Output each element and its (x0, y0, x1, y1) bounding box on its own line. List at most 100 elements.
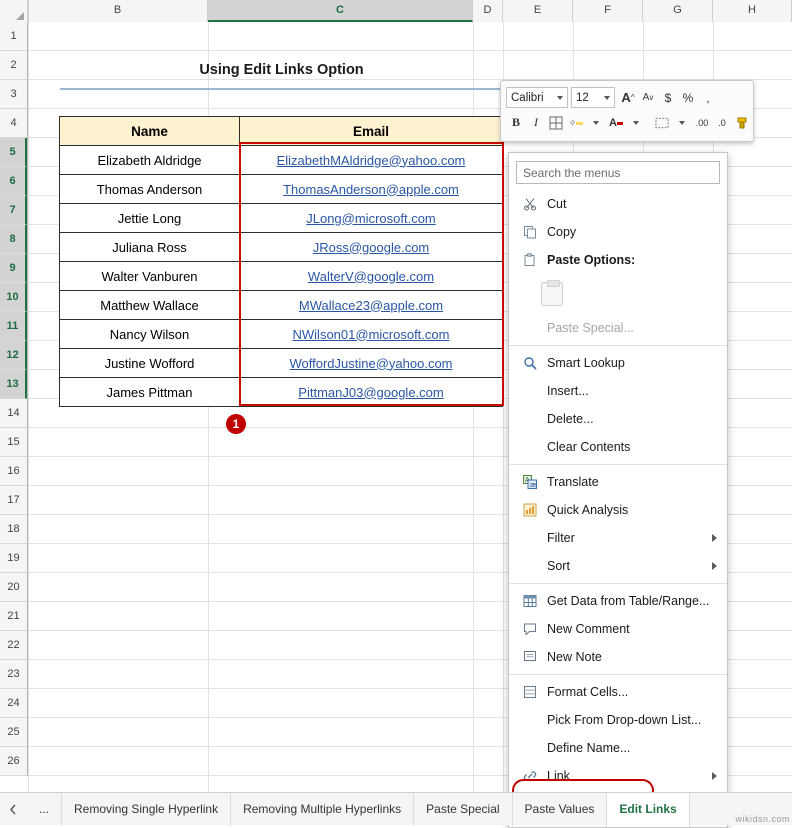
hyperlink[interactable]: WalterV@google.com (308, 269, 434, 284)
row-header-13[interactable]: 13 (0, 370, 27, 399)
cell-email[interactable]: WalterV@google.com (239, 261, 503, 291)
menu-item-new-note[interactable]: New Note (509, 643, 727, 671)
hyperlink[interactable]: JLong@microsoft.com (306, 211, 436, 226)
cell-email[interactable]: PittmanJ03@google.com (239, 377, 503, 407)
menu-item-clear-contents[interactable]: Clear Contents (509, 433, 727, 461)
row-header-19[interactable]: 19 (0, 544, 27, 573)
menu-item-delete[interactable]: Delete... (509, 405, 727, 433)
format-painter-icon[interactable] (732, 112, 752, 134)
row-header-2[interactable]: 2 (0, 51, 27, 80)
percent-format-button[interactable]: % (678, 87, 698, 109)
cell-name[interactable]: Elizabeth Aldridge (59, 145, 240, 175)
menu-item-sort[interactable]: Sort (509, 552, 727, 580)
row-header-25[interactable]: 25 (0, 718, 27, 747)
chevron-down-icon[interactable] (604, 96, 610, 100)
sheet-tab-removing-single-hyperlink[interactable]: Removing Single Hyperlink (62, 792, 232, 826)
currency-format-button[interactable]: $ (658, 87, 678, 109)
column-header-h[interactable]: H (713, 0, 792, 22)
borders-icon[interactable] (546, 112, 566, 134)
fill-color-dropdown[interactable] (586, 112, 606, 134)
hyperlink[interactable]: MWallace23@apple.com (299, 298, 443, 313)
row-header-26[interactable]: 26 (0, 747, 27, 776)
menu-item-filter[interactable]: Filter (509, 524, 727, 552)
menu-item-cut[interactable]: Cut (509, 190, 727, 218)
cell-email[interactable]: ElizabethMAldridge@yahoo.com (239, 145, 503, 175)
row-header-11[interactable]: 11 (0, 312, 27, 341)
font-size-box[interactable]: 12 (571, 87, 615, 108)
menu-item-link[interactable]: Link (509, 762, 727, 790)
hyperlink[interactable]: NWilson01@microsoft.com (293, 327, 450, 342)
sheet-tab-edit-links[interactable]: Edit Links (607, 792, 690, 826)
hyperlink[interactable]: WoffordJustine@yahoo.com (289, 356, 452, 371)
row-header-14[interactable]: 14 (0, 399, 27, 428)
menu-item-new-comment[interactable]: New Comment (509, 615, 727, 643)
column-header-b[interactable]: B (28, 0, 208, 22)
cell-email[interactable]: NWilson01@microsoft.com (239, 319, 503, 349)
row-header-3[interactable]: 3 (0, 80, 27, 109)
sheet-tab-paste-values[interactable]: Paste Values (513, 792, 608, 826)
row-header-4[interactable]: 4 (0, 109, 27, 138)
row-header-22[interactable]: 22 (0, 631, 27, 660)
sheet-tab-bar[interactable]: ... Removing Single Hyperlink Removing M… (0, 792, 792, 826)
row-header-9[interactable]: 9 (0, 254, 27, 283)
decrease-decimal-icon[interactable]: .0 (712, 112, 732, 134)
font-color-button[interactable]: A (606, 112, 626, 134)
hyperlink[interactable]: ElizabethMAldridge@yahoo.com (277, 153, 466, 168)
menu-item-smart-lookup[interactable]: Smart Lookup (509, 349, 727, 377)
menu-item-insert[interactable]: Insert... (509, 377, 727, 405)
row-header-23[interactable]: 23 (0, 660, 27, 689)
menu-item-copy[interactable]: Copy (509, 218, 727, 246)
cell-name[interactable]: Juliana Ross (59, 232, 240, 262)
hyperlink[interactable]: ThomasAnderson@apple.com (283, 182, 459, 197)
cell-name[interactable]: Thomas Anderson (59, 174, 240, 204)
hyperlink[interactable]: JRoss@google.com (313, 240, 430, 255)
column-header-f[interactable]: F (573, 0, 643, 22)
font-name-box[interactable]: Calibri (506, 87, 568, 108)
font-color-dropdown[interactable] (626, 112, 646, 134)
cell-name[interactable]: Matthew Wallace (59, 290, 240, 320)
menu-item-define-name[interactable]: Define Name... (509, 734, 727, 762)
sheet-tab-removing-multiple-hyperlinks[interactable]: Removing Multiple Hyperlinks (231, 792, 415, 826)
row-header-12[interactable]: 12 (0, 341, 27, 370)
increase-font-size-button[interactable]: A ^ (618, 87, 638, 109)
decrease-font-size-button[interactable]: Av (638, 87, 658, 109)
row-header-17[interactable]: 17 (0, 486, 27, 515)
cell-name[interactable]: Jettie Long (59, 203, 240, 233)
row-header-15[interactable]: 15 (0, 428, 27, 457)
merge-cells-icon[interactable] (652, 112, 672, 134)
comma-format-button[interactable]: ‚ (698, 87, 718, 109)
italic-button[interactable]: I (526, 112, 546, 134)
cell-email[interactable]: WoffordJustine@yahoo.com (239, 348, 503, 378)
merge-dropdown[interactable] (672, 112, 692, 134)
menu-item-get-data-from-table-range[interactable]: Get Data from Table/Range... (509, 587, 727, 615)
column-header-d[interactable]: D (473, 0, 503, 22)
row-header-18[interactable]: 18 (0, 515, 27, 544)
menu-search-box[interactable]: Search the menus (516, 161, 720, 184)
cell-name[interactable]: Justine Wofford (59, 348, 240, 378)
paste-options-gallery[interactable] (509, 274, 727, 314)
sheet-tab-paste-special[interactable]: Paste Special (414, 792, 513, 826)
hyperlink[interactable]: PittmanJ03@google.com (298, 385, 443, 400)
cell-name[interactable]: Walter Vanburen (59, 261, 240, 291)
column-header-g[interactable]: G (643, 0, 713, 22)
row-header-24[interactable]: 24 (0, 689, 27, 718)
row-header-1[interactable]: 1 (0, 22, 27, 51)
cell-name[interactable]: James Pittman (59, 377, 240, 407)
menu-item-format-cells[interactable]: Format Cells... (509, 678, 727, 706)
fill-color-button[interactable] (566, 112, 586, 134)
mini-toolbar[interactable]: Calibri 12 A ^ Av $ % ‚ B I A .00 .0 (500, 80, 754, 142)
row-header-6[interactable]: 6 (0, 167, 27, 196)
menu-item-pick-from-drop-down-list[interactable]: Pick From Drop-down List... (509, 706, 727, 734)
context-menu[interactable]: Search the menus Cut Copy Paste Options: Pa… (508, 152, 728, 828)
increase-decimal-icon[interactable]: .00 (692, 112, 712, 134)
chevron-down-icon[interactable] (593, 120, 599, 125)
column-header-e[interactable]: E (503, 0, 573, 22)
chevron-down-icon[interactable] (633, 120, 639, 125)
chevron-down-icon[interactable] (557, 96, 563, 100)
row-header-20[interactable]: 20 (0, 573, 27, 602)
column-header-c[interactable]: C (208, 0, 473, 22)
paste-keep-source-formatting-icon[interactable] (541, 280, 563, 306)
cell-email[interactable]: JLong@microsoft.com (239, 203, 503, 233)
sheet-overflow-indicator[interactable]: ... (27, 792, 63, 826)
cell-email[interactable]: ThomasAnderson@apple.com (239, 174, 503, 204)
